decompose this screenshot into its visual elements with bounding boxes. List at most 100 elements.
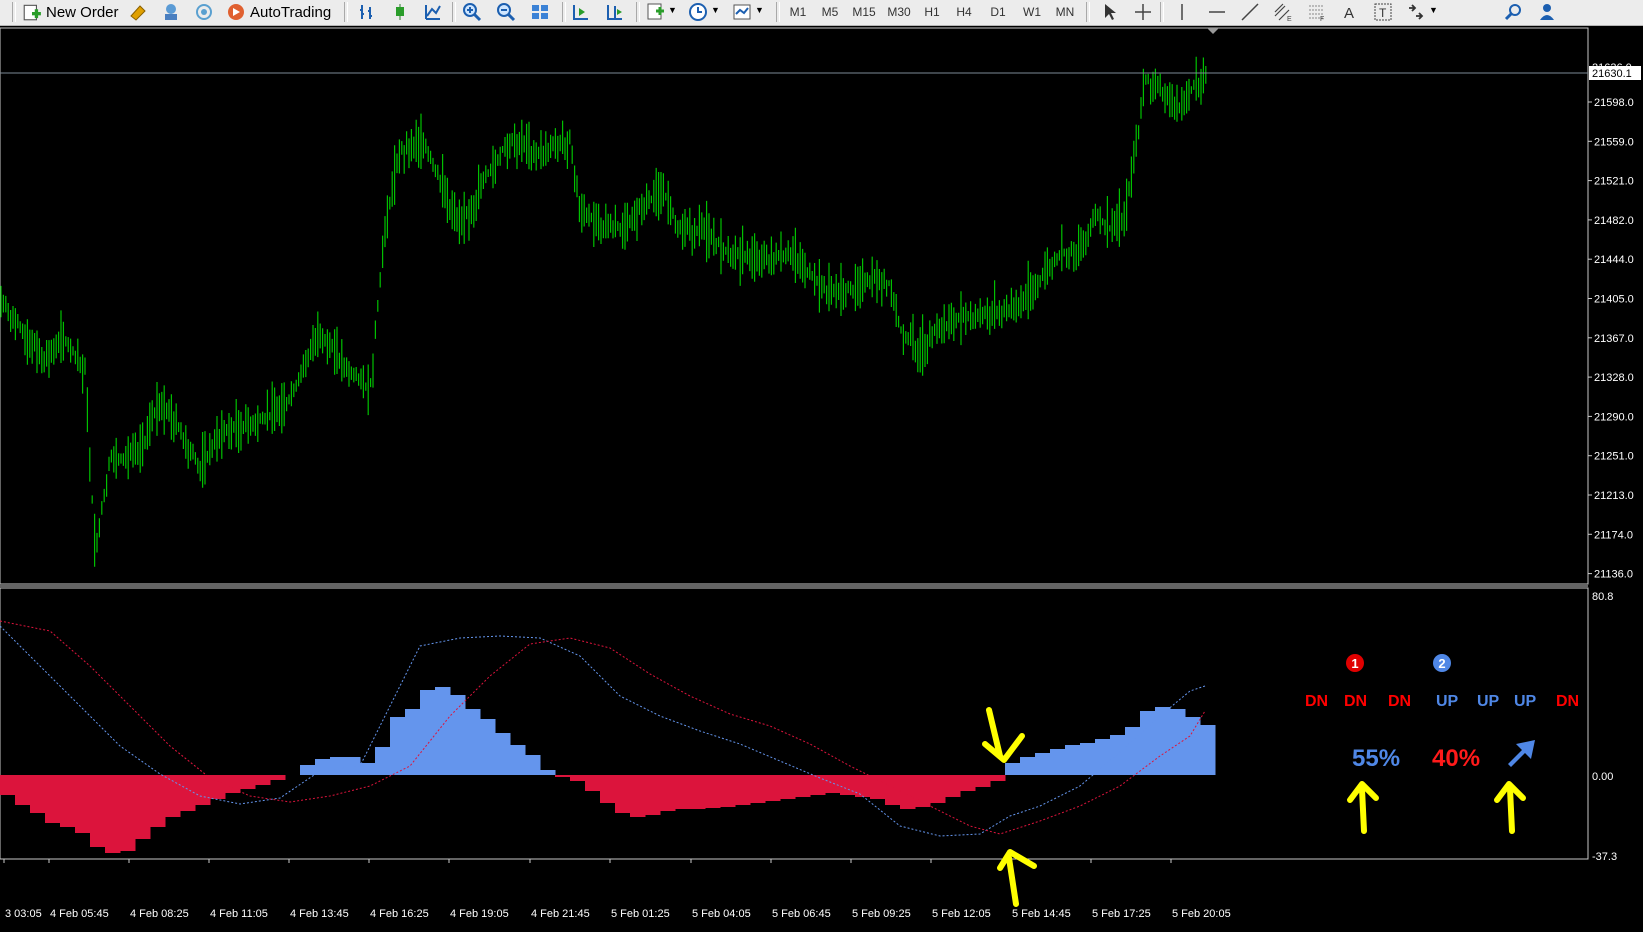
signals-icon[interactable]: [194, 2, 214, 22]
histogram-bar: [255, 775, 271, 785]
time-label: 5 Feb 04:05: [692, 908, 751, 920]
histogram-bar: [315, 759, 331, 775]
crosshair-icon[interactable]: [1133, 2, 1153, 22]
autotrading-icon: [228, 4, 244, 20]
text-icon[interactable]: A: [1340, 2, 1360, 22]
timeframe-h1-button[interactable]: H1: [918, 3, 946, 21]
histogram-bar: [450, 695, 466, 775]
histogram-bar: [210, 775, 226, 799]
chart-shift-icon[interactable]: [605, 2, 625, 22]
percent-dn-label: 40%: [1432, 745, 1480, 772]
timeframe-d1-button[interactable]: D1: [984, 3, 1012, 21]
templates-icon[interactable]: [732, 2, 752, 22]
percent-up-label: 55%: [1352, 745, 1400, 772]
histogram-bar: [30, 775, 46, 813]
timeframe-w1-button[interactable]: W1: [1018, 3, 1046, 21]
periods-dropdown-icon[interactable]: ▼: [711, 5, 720, 15]
histogram-bar: [135, 775, 151, 839]
time-label: 5 Feb 17:25: [1092, 908, 1151, 920]
line-chart-icon[interactable]: [423, 2, 443, 22]
equidistant-channel-icon[interactable]: E: [1273, 2, 1293, 22]
auto-scroll-icon[interactable]: [571, 2, 591, 22]
price-label: 21367.0: [1594, 333, 1634, 345]
histogram-bar: [570, 775, 586, 781]
chart-window[interactable]: 21636.0 21630.1 21598.021559.021521.0214…: [0, 26, 1643, 932]
signal-up-label: UP: [1477, 693, 1500, 710]
arrows-icon[interactable]: [1406, 2, 1426, 22]
autotrading-label: AutoTrading: [250, 3, 332, 21]
time-label: 5 Feb 01:25: [611, 908, 670, 920]
templates-dropdown-icon[interactable]: ▼: [755, 5, 764, 15]
zoom-out-icon[interactable]: [496, 2, 516, 22]
timeframe-mn-button[interactable]: MN: [1050, 3, 1080, 21]
histogram-bar: [405, 709, 421, 775]
time-label: 4 Feb 19:05: [450, 908, 509, 920]
histogram-bar: [465, 709, 481, 775]
price-label: 21444.0: [1594, 254, 1634, 266]
zoom-in-icon[interactable]: [462, 2, 482, 22]
histogram-bar: [105, 775, 121, 853]
community-icon[interactable]: [1537, 2, 1557, 22]
histogram-bar: [975, 775, 991, 787]
indicators-dropdown-icon[interactable]: ▼: [668, 5, 677, 15]
signal-dn-label: DN: [1556, 693, 1579, 710]
new-order-label: New Order: [46, 3, 119, 21]
histogram-bar: [60, 775, 76, 827]
timeframe-m5-button[interactable]: M5: [816, 3, 844, 21]
histogram-bar: [180, 775, 196, 811]
time-label: 5 Feb 09:25: [852, 908, 911, 920]
histogram-bar: [1125, 727, 1141, 775]
fibonacci-icon[interactable]: F: [1306, 2, 1326, 22]
horizontal-line-icon[interactable]: [1207, 2, 1227, 22]
tile-windows-icon[interactable]: [530, 2, 550, 22]
vertical-line-icon[interactable]: [1172, 2, 1192, 22]
histogram-bar: [1110, 735, 1126, 775]
histogram-bar: [1035, 753, 1051, 775]
histogram-bar: [435, 687, 451, 775]
indicators-icon[interactable]: [646, 2, 666, 22]
histogram-bar: [735, 775, 751, 805]
histogram-bar: [150, 775, 166, 827]
histogram-bar: [45, 775, 61, 823]
marker-1-label: 1: [1351, 656, 1358, 671]
histogram-bar: [1200, 725, 1216, 775]
histogram-bar: [615, 775, 631, 813]
indicator-max-label: 80.8: [1592, 591, 1613, 603]
histogram-bar: [480, 719, 496, 775]
timeframe-h4-button[interactable]: H4: [950, 3, 978, 21]
svg-text:E: E: [1287, 16, 1292, 22]
histogram-bar: [525, 755, 541, 775]
timeframe-m15-button[interactable]: M15: [848, 3, 880, 21]
price-label: 21251.0: [1594, 451, 1634, 463]
timeframe-m30-button[interactable]: M30: [883, 3, 915, 21]
histogram-bar: [1050, 749, 1066, 775]
histogram-bar: [1155, 707, 1171, 775]
price-label: 21290.0: [1594, 411, 1634, 423]
trendline-icon[interactable]: [1240, 2, 1260, 22]
market-watch-icon[interactable]: [128, 2, 148, 22]
histogram-bar: [720, 775, 736, 807]
time-label: 3 03:05: [5, 908, 42, 920]
time-label: 4 Feb 16:25: [370, 908, 429, 920]
candlestick-icon[interactable]: [390, 2, 410, 22]
histogram-bar: [915, 775, 931, 807]
timeframe-m1-button[interactable]: M1: [784, 3, 812, 21]
data-window-icon[interactable]: [161, 2, 181, 22]
autotrading-button[interactable]: AutoTrading: [226, 0, 331, 24]
histogram-bar: [765, 775, 781, 801]
svg-text:T: T: [1379, 6, 1387, 20]
text-label-icon[interactable]: T: [1373, 2, 1393, 22]
histogram-bar: [630, 775, 646, 817]
periods-icon[interactable]: [688, 2, 708, 22]
new-order-button[interactable]: New Order: [22, 0, 119, 24]
price-label: 21213.0: [1594, 490, 1634, 502]
bar-chart-icon[interactable]: [357, 2, 377, 22]
cursor-arrow-icon[interactable]: [1100, 2, 1120, 22]
time-label: 4 Feb 05:45: [50, 908, 109, 920]
signal-dn-label: DN: [1344, 693, 1367, 710]
search-icon[interactable]: [1504, 2, 1524, 22]
time-label: 4 Feb 08:25: [130, 908, 189, 920]
arrows-dropdown-icon[interactable]: ▼: [1429, 5, 1438, 15]
histogram-bar: [1140, 711, 1156, 775]
time-label: 4 Feb 11:05: [210, 908, 268, 920]
